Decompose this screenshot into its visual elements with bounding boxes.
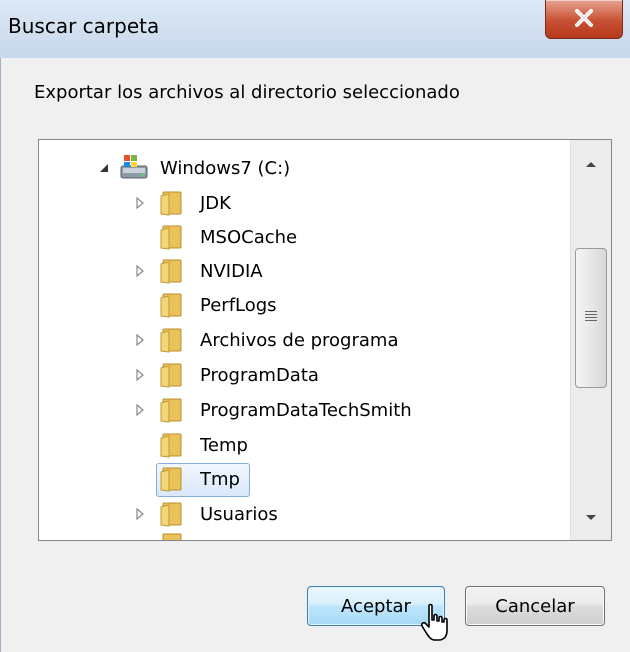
grip-icon — [585, 311, 597, 323]
close-icon — [575, 9, 593, 27]
tree-item-folder[interactable]: ProgramData — [39, 359, 570, 391]
close-button[interactable] — [545, 0, 623, 39]
tree-item-folder[interactable]: PerfLogs — [39, 289, 570, 321]
scroll-down-button[interactable] — [571, 498, 611, 538]
tree-item-folder[interactable]: NVIDIA — [39, 255, 570, 287]
drive-icon — [120, 155, 148, 179]
tree-item-folder[interactable]: Archivos de programa — [39, 324, 570, 356]
scroll-up-button[interactable] — [571, 144, 611, 184]
scroll-down-icon — [586, 515, 596, 520]
folder-icon — [160, 191, 182, 216]
tree-item-label: NVIDIA — [200, 260, 263, 282]
tree-item-label: Archivos de programa — [200, 329, 399, 351]
collapsed-arrow-icon[interactable] — [133, 264, 147, 278]
folder-icon — [160, 467, 182, 492]
tree-item-folder[interactable]: Temp — [39, 429, 570, 461]
folder-icon — [160, 363, 182, 388]
tree-item-label: MSOCache — [200, 226, 298, 248]
collapsed-arrow-icon[interactable] — [133, 368, 147, 382]
folder-icon — [160, 328, 182, 353]
tree-item-label: ProgramDataTechSmith — [200, 399, 412, 421]
collapsed-arrow-icon[interactable] — [133, 333, 147, 347]
window-title: Buscar carpeta — [8, 14, 160, 38]
tree-item-label: Windows7 (C:) — [160, 157, 291, 179]
scroll-up-icon — [586, 162, 596, 167]
tree-item-folder-selected[interactable]: Tmp — [39, 463, 570, 495]
folder-icon — [160, 259, 182, 284]
folder-icon — [160, 502, 182, 527]
folder-icon — [160, 433, 182, 458]
tree-item-folder[interactable]: JDK — [39, 187, 570, 219]
tree-item-label: ProgramData — [200, 364, 319, 386]
instruction-text: Exportar los archivos al directorio sele… — [34, 82, 460, 103]
tree-item-root-drive[interactable]: Windows7 (C:) — [39, 152, 570, 184]
scroll-thumb[interactable] — [575, 248, 607, 388]
expanded-arrow-icon[interactable] — [97, 161, 111, 175]
tree-item-label: Temp — [200, 434, 248, 456]
collapsed-arrow-icon[interactable] — [133, 196, 147, 210]
tree-item-folder[interactable]: Usuarios — [39, 498, 570, 530]
mouse-cursor-icon — [420, 603, 448, 641]
tree-item-folder[interactable]: ProgramDataTechSmith — [39, 394, 570, 426]
title-bar[interactable]: Buscar carpeta — [0, 0, 630, 58]
folder-icon — [162, 533, 182, 540]
tree-item-label: JDK — [200, 192, 231, 214]
vertical-scrollbar[interactable] — [570, 140, 611, 540]
folder-tree[interactable]: Windows7 (C:) JDK MSOCache NVIDIA PerfLo… — [38, 139, 612, 541]
folder-icon — [160, 225, 182, 250]
collapsed-arrow-icon[interactable] — [133, 507, 147, 521]
folder-icon — [160, 293, 182, 318]
tree-item-label: Usuarios — [200, 503, 278, 525]
folder-icon — [160, 398, 182, 423]
tree-item-folder[interactable]: MSOCache — [39, 221, 570, 253]
tree-item-label: Tmp — [200, 468, 240, 490]
cancel-button[interactable]: Cancelar — [465, 586, 605, 626]
collapsed-arrow-icon[interactable] — [133, 403, 147, 417]
tree-item-label: PerfLogs — [200, 294, 277, 316]
